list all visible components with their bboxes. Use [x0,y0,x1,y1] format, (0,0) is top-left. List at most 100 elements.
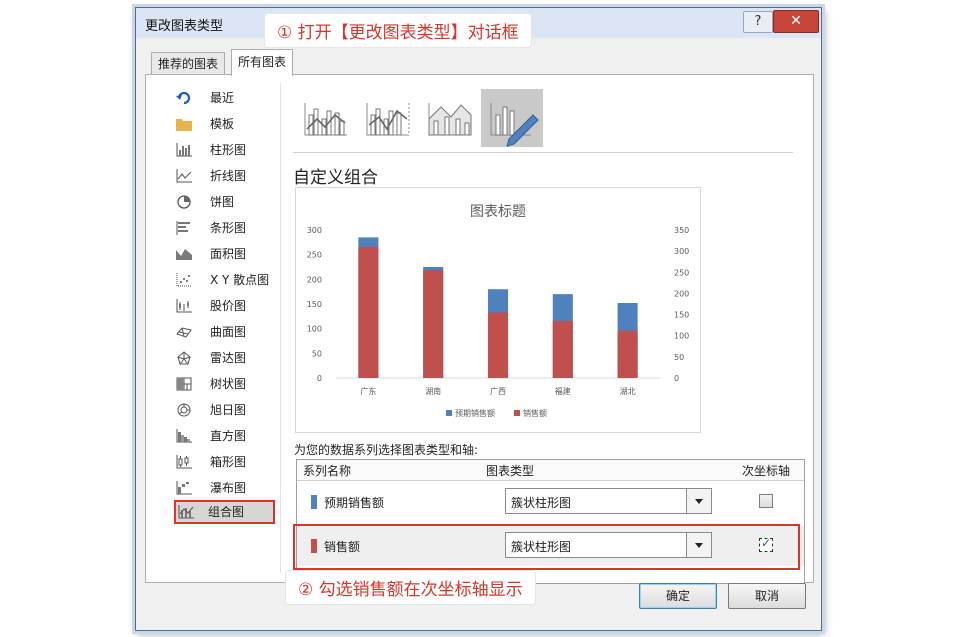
header-series-name: 系列名称 [303,464,352,478]
ok-button[interactable]: 确定 [639,583,717,609]
sidebar-item-label: 曲面图 [210,325,247,339]
sidebar-item-combo[interactable]: 组合图 [174,500,275,524]
sidebar-item-label: 直方图 [210,429,247,443]
sidebar-item-pie[interactable]: 饼图 [176,191,276,213]
help-button[interactable]: ? [743,11,773,33]
sidebar-item-label: 面积图 [210,247,247,261]
sidebar-item-sunburst[interactable]: 旭日图 [176,399,276,421]
y-tick-label-primary: 100 [307,325,322,334]
area-chart-icon [176,249,192,260]
x-tick-label: 广东 [360,386,376,396]
sidebar-item-radar[interactable]: 雷达图 [176,347,276,369]
stock-chart-icon [176,299,192,313]
sidebar-item-column[interactable]: 柱形图 [176,139,276,161]
sidebar-item-treemap[interactable]: 树状图 [176,373,276,395]
chart-preview-svg: 图表标题 0 50 100 150 200 250 300 0 50 100 150 200 250 30… [307,204,690,418]
custom-combo-pencil-icon [490,103,539,147]
series-row: 销售额 簇状柱形图 [293,524,804,570]
sidebar-item-label: 树状图 [210,377,247,391]
combo-column-line-secondary-option[interactable] [357,89,419,147]
bar-sales [487,312,509,378]
sidebar-item-area[interactable]: 面积图 [176,243,276,265]
bar-sales [358,246,379,378]
chevron-down-icon[interactable] [686,533,711,557]
y-tick-label-primary: 50 [312,349,322,358]
y-tick-label-primary: 250 [307,251,322,260]
series-name: 预期销售额 [324,496,385,510]
sidebar-divider [280,83,281,573]
legend-swatch [446,410,452,416]
y-tick-label-primary: 300 [307,226,322,235]
chart-type-dropdown[interactable]: 簇状柱形图 [505,488,712,514]
column-line-icon [304,103,347,136]
sidebar-item-waterfall[interactable]: 瀑布图 [176,477,276,499]
sidebar-item-label: 条形图 [210,221,247,235]
pie-chart-icon [177,195,191,209]
radar-chart-icon [177,351,191,365]
combo-clustered-column-line-option[interactable] [295,89,357,147]
secondary-axis-checkbox[interactable] [759,536,773,552]
y-tick-label-secondary: 0 [674,374,679,383]
sidebar-item-label: 折线图 [210,169,247,183]
cancel-button[interactable]: 取消 [728,583,806,609]
sidebar-item-label: 旭日图 [210,403,247,417]
chart-type-value: 簇状柱形图 [511,496,572,510]
y-tick-label-primary: 0 [317,374,322,383]
chart-preview: 图表标题 0 50 100 150 200 250 300 0 50 100 150 200 250 30… [295,187,701,433]
close-button[interactable]: ✕ [773,10,819,33]
dialog-title: 更改图表类型 [145,19,224,34]
combo-stacked-area-column-option[interactable] [419,89,481,147]
chart-category-list: 最近 模板 柱形图 折线图 饼图 条形图 面积图 X Y 散点图 股价图 曲面图… [146,75,286,582]
section-divider [293,152,793,153]
tab-all-charts[interactable]: 所有图表 [231,49,294,76]
box-whisker-chart-icon [176,455,192,469]
y-tick-label-secondary: 100 [674,332,689,341]
series-prompt: 为您的数据系列选择图表类型和轴: [294,443,479,457]
treemap-chart-icon [176,377,192,391]
sidebar-item-label: 模板 [210,117,235,131]
chevron-down-icon[interactable] [686,489,711,513]
custom-combination-option[interactable] [481,89,543,147]
surface-chart-icon [176,327,192,338]
tab-recommended-charts[interactable]: 推荐的图表 [151,52,226,75]
sidebar-item-line[interactable]: 折线图 [176,165,276,187]
combo-chart-icon [178,505,194,519]
bar-sales [552,320,573,378]
series-table: 系列名称 图表类型 次坐标轴 预期销售额 簇状柱形图 销售额 簇状柱形图 [293,459,805,584]
scatter-chart-icon [176,273,192,287]
y-tick-label-secondary: 300 [674,247,689,256]
y-tick-label-secondary: 150 [674,311,689,320]
step2-annotation: ② 勾选销售额在次坐标轴显示 [286,571,535,604]
y-tick-label-primary: 200 [307,275,322,284]
area-column-icon [428,103,472,136]
x-tick-label: 广西 [490,386,506,396]
legend-swatch [514,410,520,416]
sidebar-item-stock[interactable]: 股价图 [176,295,276,317]
sidebar-item-templates[interactable]: 模板 [176,113,276,135]
sidebar-item-bar[interactable]: 条形图 [176,217,276,239]
all-charts-panel: 最近 模板 柱形图 折线图 饼图 条形图 面积图 X Y 散点图 股价图 曲面图… [145,74,814,584]
sidebar-item-surface[interactable]: 曲面图 [176,321,276,343]
line-chart-icon [176,169,192,183]
sidebar-item-boxwhisker[interactable]: 箱形图 [176,451,276,473]
header-secondary-axis: 次坐标轴 [742,464,791,478]
y-tick-label-secondary: 200 [674,289,689,298]
sidebar-item-recent[interactable]: 最近 [176,87,276,109]
sidebar-item-label: 饼图 [210,195,235,209]
chart-type-dropdown[interactable]: 簇状柱形图 [505,532,712,558]
histogram-chart-icon [176,429,192,443]
secondary-axis-checkbox[interactable] [759,494,773,508]
series-color-swatch [311,539,317,553]
sidebar-item-histogram[interactable]: 直方图 [176,425,276,447]
section-title: 自定义组合 [293,168,378,188]
header-chart-type: 图表类型 [486,464,535,478]
sidebar-item-scatter[interactable]: X Y 散点图 [176,269,276,291]
y-tick-label-secondary: 50 [674,353,684,362]
folder-icon [176,119,192,131]
recent-icon [176,91,191,105]
bar-sales [423,270,444,378]
sidebar-item-label: 箱形图 [210,455,247,469]
sidebar-item-label: 柱形图 [210,143,247,157]
column-chart-icon [176,143,192,157]
x-tick-label: 福建 [555,386,571,396]
